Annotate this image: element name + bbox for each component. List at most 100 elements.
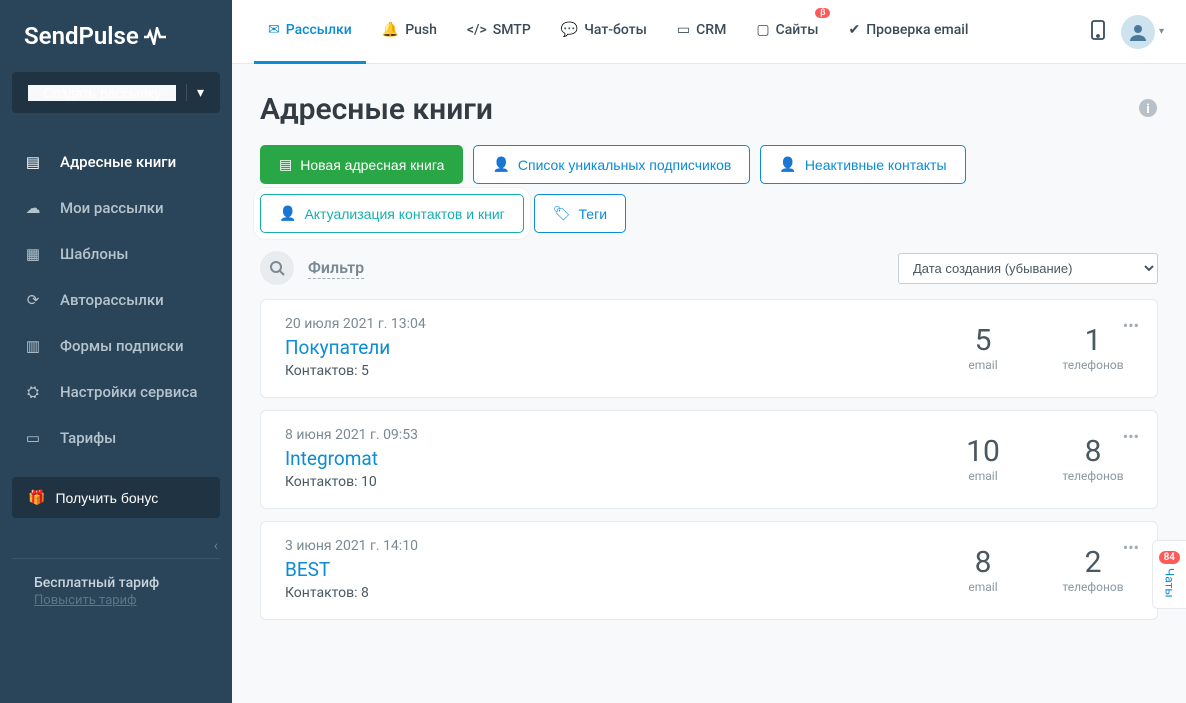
book-email-stat: 10 email <box>943 434 1023 483</box>
tab-label: Сайты <box>776 22 819 38</box>
check-icon: ✔ <box>848 22 860 38</box>
filter-toggle[interactable]: Фильтр <box>308 258 364 279</box>
tag-icon: 🏷 <box>553 205 571 222</box>
tab-email-verify[interactable]: ✔ Проверка email <box>834 0 982 64</box>
book-name-link[interactable]: Покупатели <box>285 336 913 359</box>
beta-badge: β <box>815 8 830 18</box>
settings-icon: ⛭ <box>24 383 42 401</box>
page-title: Адресные книги <box>260 92 493 127</box>
chats-label: Чаты <box>1162 568 1176 598</box>
button-label: Список уникальных подписчиков <box>518 157 731 173</box>
sidebar-item-label: Формы подписки <box>60 337 184 355</box>
sidebar-item-address-books[interactable]: ▤ Адресные книги <box>0 139 232 185</box>
inactive-contacts-button[interactable]: 👤 Неактивные контакты <box>760 145 965 184</box>
sidebar-nav: ▤ Адресные книги ☁ Мои рассылки ▦ Шаблон… <box>0 133 232 461</box>
tab-chatbots[interactable]: 💬 Чат-боты <box>547 0 661 64</box>
book-name-link[interactable]: BEST <box>285 558 913 581</box>
form-icon: ▥ <box>24 337 42 355</box>
tab-push[interactable]: 🔔 Push <box>368 0 451 64</box>
brand-logo[interactable]: SendPulse <box>0 0 232 72</box>
pulse-icon <box>143 27 167 45</box>
button-label: Актуализация контактов и книг <box>304 206 504 222</box>
book-name-link[interactable]: Integromat <box>285 447 913 470</box>
tab-label: Push <box>405 22 437 38</box>
book-more-button[interactable]: ••• <box>1119 423 1143 450</box>
sidebar-item-templates[interactable]: ▦ Шаблоны <box>0 231 232 277</box>
tab-label: Проверка email <box>866 22 968 38</box>
sidebar-item-subscription-forms[interactable]: ▥ Формы подписки <box>0 323 232 369</box>
tab-crm[interactable]: ▭ CRM <box>663 0 740 64</box>
book-date: 8 июня 2021 г. 09:53 <box>285 427 913 443</box>
mobile-icon[interactable] <box>1077 20 1119 44</box>
button-label: Неактивные контакты <box>805 157 947 173</box>
tab-label: CRM <box>696 22 726 38</box>
button-label: Теги <box>579 206 607 222</box>
profile-menu-button[interactable]: ▾ <box>1121 15 1164 49</box>
stat-label: email <box>943 580 1023 594</box>
search-icon <box>270 261 285 276</box>
info-icon[interactable]: i <box>1138 98 1158 122</box>
actualize-contacts-button[interactable]: 👤 Актуализация контактов и книг <box>260 194 524 233</box>
tab-campaigns[interactable]: ✉ Рассылки <box>254 0 366 64</box>
bonus-label: Получить бонус <box>55 490 158 506</box>
sidebar-item-autocampaigns[interactable]: ⟳ Авторассылки <box>0 277 232 323</box>
button-label: Новая адресная книга <box>300 157 444 173</box>
search-button[interactable] <box>260 251 294 285</box>
crm-icon: ▭ <box>677 22 690 38</box>
book-more-button[interactable]: ••• <box>1119 534 1143 561</box>
gift-icon: 🎁 <box>28 489 45 506</box>
tab-label: Чат-боты <box>584 22 647 38</box>
create-campaign-button[interactable]: Создать рассылку ▾ <box>12 72 220 113</box>
tags-button[interactable]: 🏷 Теги <box>534 194 626 233</box>
collapse-sidebar-button[interactable]: ‹ <box>0 534 232 558</box>
unique-subscribers-button[interactable]: 👤 Список уникальных подписчиков <box>473 145 750 184</box>
book-email-stat: 8 email <box>943 545 1023 594</box>
book-card: 8 июня 2021 г. 09:53 Integromat Контакто… <box>260 410 1158 509</box>
avatar-icon <box>1121 15 1155 49</box>
book-date: 3 июня 2021 г. 14:10 <box>285 538 913 554</box>
book-date: 20 июля 2021 г. 13:04 <box>285 316 913 332</box>
chevron-down-icon: ▾ <box>1159 26 1164 37</box>
book-email-stat: 5 email <box>943 323 1023 372</box>
chats-sidebar-tab[interactable]: 84 Чаты <box>1152 540 1186 609</box>
stat-label: телефонов <box>1053 358 1133 372</box>
sidebar-item-tariffs[interactable]: ▭ Тарифы <box>0 415 232 461</box>
bell-icon: 🔔 <box>382 22 399 38</box>
cloud-icon: ☁ <box>24 199 42 217</box>
tab-sites[interactable]: ▢ Сайты β <box>742 0 832 64</box>
book-card: 20 июля 2021 г. 13:04 Покупатели Контакт… <box>260 299 1158 398</box>
user-icon: 👤 <box>492 156 509 173</box>
main-area: ✉ Рассылки 🔔 Push </> SMTP 💬 Чат-боты ▭ … <box>232 0 1186 703</box>
sidebar-item-label: Тарифы <box>60 429 116 447</box>
sort-select[interactable]: Дата создания (убывание) <box>898 253 1158 284</box>
stat-label: телефонов <box>1053 469 1133 483</box>
book-card: 3 июня 2021 г. 14:10 BEST Контактов: 8 8… <box>260 521 1158 620</box>
sidebar-item-label: Адресные книги <box>60 153 176 171</box>
svg-text:i: i <box>1146 102 1149 117</box>
stat-label: email <box>943 358 1023 372</box>
tab-label: Рассылки <box>286 22 352 38</box>
chevron-down-icon: ▾ <box>186 84 204 101</box>
sidebar-item-my-campaigns[interactable]: ☁ Мои рассылки <box>0 185 232 231</box>
new-book-button[interactable]: ▤ Новая адресная книга <box>260 145 463 184</box>
sidebar-item-service-settings[interactable]: ⛭ Настройки сервиса <box>0 369 232 415</box>
action-buttons-row: ▤ Новая адресная книга 👤 Список уникальн… <box>260 145 1158 233</box>
book-plus-icon: ▤ <box>279 156 292 173</box>
template-icon: ▦ <box>24 245 42 263</box>
brand-text: SendPulse <box>24 22 139 50</box>
upgrade-tariff-link[interactable]: Повысить тариф <box>34 593 198 608</box>
tab-smtp[interactable]: </> SMTP <box>453 0 545 64</box>
tariff-title: Бесплатный тариф <box>34 575 198 591</box>
topbar: ✉ Рассылки 🔔 Push </> SMTP 💬 Чат-боты ▭ … <box>232 0 1186 64</box>
book-contacts: Контактов: 10 <box>285 474 913 490</box>
user-icon: 👤 <box>779 156 796 173</box>
mail-icon: ✉ <box>268 22 280 38</box>
tariff-icon: ▭ <box>24 429 42 447</box>
stat-value: 10 <box>943 434 1023 469</box>
get-bonus-button[interactable]: 🎁 Получить бонус <box>12 477 220 518</box>
book-more-button[interactable]: ••• <box>1119 312 1143 339</box>
stat-label: телефонов <box>1053 580 1133 594</box>
auto-icon: ⟳ <box>24 291 42 309</box>
sidebar-item-label: Шаблоны <box>60 245 129 263</box>
sidebar-item-label: Авторассылки <box>60 291 164 309</box>
